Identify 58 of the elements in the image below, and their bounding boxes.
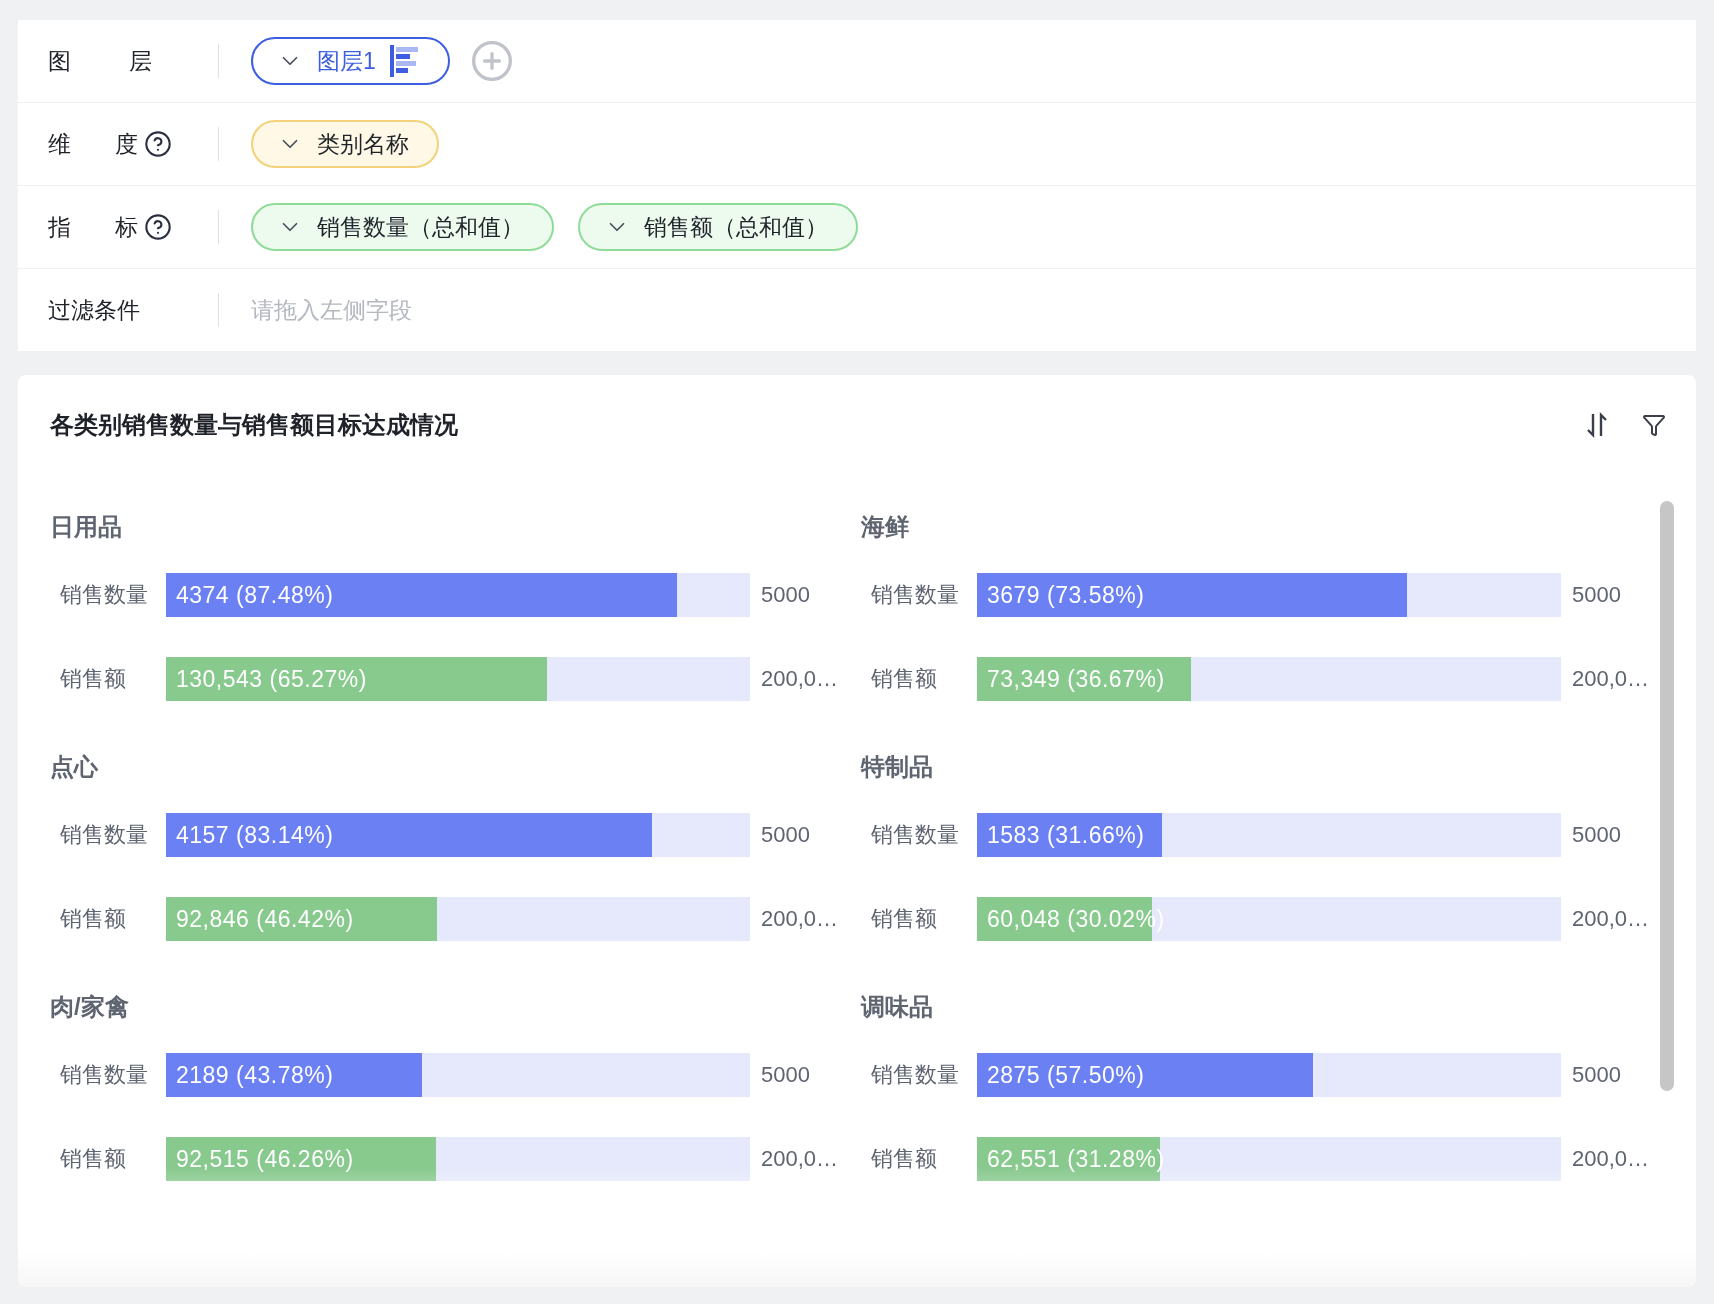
filter-button[interactable] (1642, 413, 1666, 437)
bar-value: 73,349 (36.67%) (986, 665, 1165, 693)
bar-value: 92,846 (46.42%) (175, 905, 354, 933)
category-name: 调味品 (861, 992, 934, 1022)
target-value: 5000 (1572, 822, 1621, 848)
field-pill[interactable]: 销售额（总和值） (578, 203, 858, 251)
metric-name: 销售数量 (60, 581, 149, 609)
sort-icon (1586, 412, 1608, 438)
bar-value: 4157 (83.14%) (175, 821, 334, 849)
row-label: 图 层 (48, 46, 152, 76)
target-value: 5000 (761, 582, 810, 608)
metric-name: 销售数量 (871, 581, 960, 609)
metric-name: 销售额 (871, 1145, 938, 1173)
bar-value: 92,515 (46.26%) (175, 1145, 354, 1173)
target-value: 200,0… (761, 666, 839, 692)
field-pill[interactable]: 图层1 (251, 37, 450, 85)
metric-name: 销售额 (60, 665, 127, 693)
target-value: 200,0… (1572, 906, 1650, 932)
target-value: 200,0… (761, 1146, 839, 1172)
bar-value: 2875 (57.50%) (986, 1061, 1145, 1089)
bar-value: 1583 (31.66%) (986, 821, 1145, 849)
bar-value: 4374 (87.48%) (175, 581, 334, 609)
metric-name: 销售额 (60, 905, 127, 933)
bar-value: 130,543 (65.27%) (175, 665, 367, 693)
category-name: 点心 (50, 752, 99, 782)
target-value: 200,0… (761, 906, 839, 932)
row-label: 指 标 (48, 212, 138, 242)
field-pill[interactable]: 类别名称 (251, 120, 439, 168)
category-name: 日用品 (50, 512, 123, 542)
chart-title: 各类别销售数量与销售额目标达成情况 (50, 410, 458, 440)
row-label: 维 度 (48, 129, 138, 159)
bar-value: 3679 (73.58%) (986, 581, 1145, 609)
category-name: 特制品 (861, 752, 934, 782)
metric-name: 销售额 (871, 905, 938, 933)
row-label: 过滤条件 (48, 295, 141, 325)
target-value: 200,0… (1572, 1146, 1650, 1172)
target-value: 5000 (761, 1062, 810, 1088)
target-value: 5000 (1572, 1062, 1621, 1088)
category-name: 海鲜 (861, 512, 910, 542)
field-pill[interactable]: 销售数量（总和值） (251, 203, 554, 251)
category-name: 肉/家禽 (50, 992, 130, 1022)
metric-name: 销售额 (60, 1145, 127, 1173)
metric-name: 销售数量 (871, 1061, 960, 1089)
scrollbar-thumb[interactable] (1660, 501, 1674, 1091)
sort-button[interactable] (1586, 412, 1608, 438)
help-icon[interactable] (144, 213, 172, 241)
help-icon[interactable] (144, 130, 172, 158)
target-value: 200,0… (1572, 666, 1650, 692)
filter-icon (1642, 413, 1666, 437)
plus-icon (469, 39, 514, 83)
metric-name: 销售数量 (60, 1061, 149, 1089)
bar-value: 2189 (43.78%) (175, 1061, 334, 1089)
target-value: 5000 (761, 822, 810, 848)
metric-name: 销售数量 (871, 821, 960, 849)
metric-name: 销售额 (871, 665, 938, 693)
target-value: 5000 (1572, 582, 1621, 608)
bar-chart-icon (389, 45, 420, 77)
metric-name: 销售数量 (60, 821, 149, 849)
